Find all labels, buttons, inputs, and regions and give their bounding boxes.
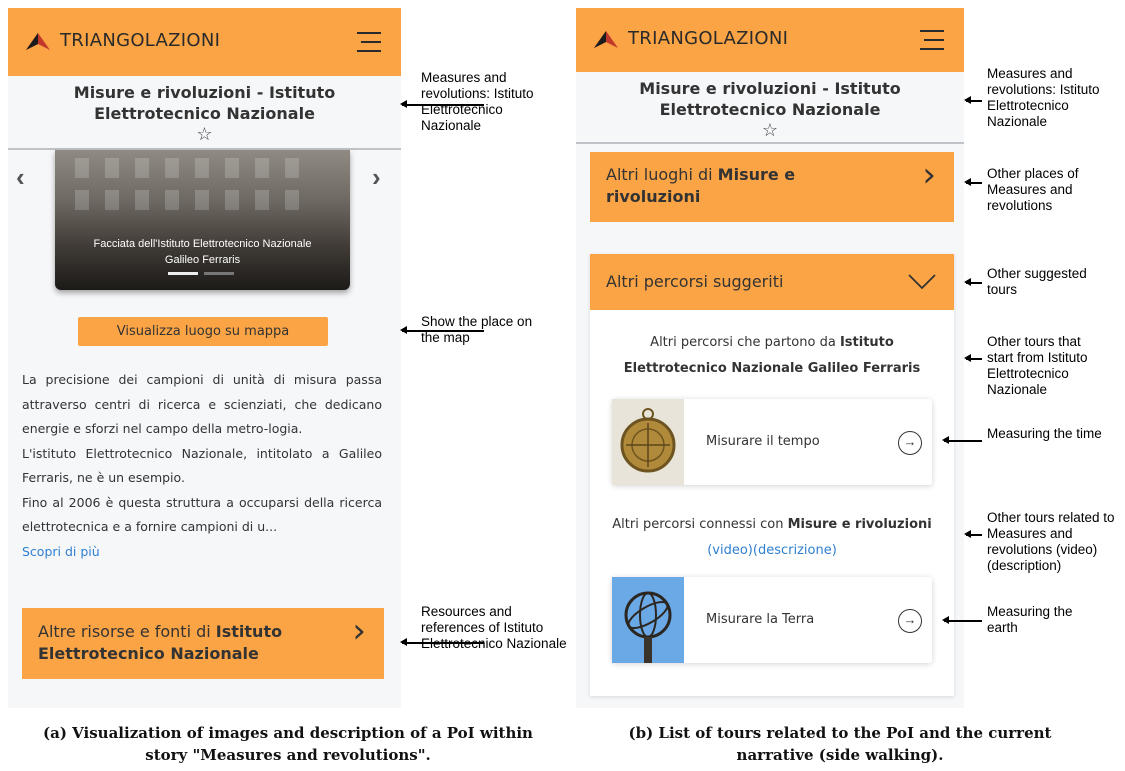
annotation-suggested: Other suggested tours (987, 266, 1087, 297)
pointer-arrow (964, 179, 982, 185)
astrolabe-thumbnail (612, 399, 684, 485)
tour-title: Misurare la Terra (706, 612, 815, 627)
poi-title-box: Misure e rivoluzioni - Istituto Elettrot… (8, 76, 401, 150)
app-header: TRIANGOLAZIONI (576, 8, 964, 72)
app-header: TRIANGOLAZIONI (8, 8, 401, 76)
carousel-prev-icon[interactable]: ‹ (16, 162, 25, 193)
chevron-right-icon: › (922, 155, 936, 195)
screen-related-tours: TRIANGOLAZIONI Misure e rivoluzioni - Is… (576, 8, 964, 708)
tour-title: Misurare il tempo (706, 434, 820, 449)
brand[interactable]: TRIANGOLAZIONI (592, 28, 788, 49)
other-places-button[interactable]: Altri luoghi di Misure e rivoluzioni › (590, 152, 954, 222)
poi-title: Misure e rivoluzioni - Istituto Elettrot… (639, 79, 901, 119)
annotation-measuring-earth: Measuring the earth (987, 604, 1073, 635)
favorite-star-icon[interactable]: ☆ (576, 120, 964, 140)
pointer-arrow (964, 279, 982, 285)
screen-poi-detail: TRIANGOLAZIONI Misure e rivoluzioni - Is… (8, 8, 401, 708)
annotation-other-places: Other places of Measures and revolutions (987, 166, 1079, 213)
armillary-sphere-thumbnail (612, 577, 684, 663)
figure-caption-a: (a) Visualization of images and descript… (43, 724, 533, 764)
pointer-arrow (942, 617, 982, 623)
other-resources-button[interactable]: Altre risorse e fonti di Istituto Elettr… (22, 608, 384, 679)
resources-label: Altre risorse e fonti di (38, 622, 216, 641)
annotation-map: Show the place on the map (421, 314, 533, 345)
brand-name: TRIANGOLAZIONI (628, 28, 789, 49)
arrow-right-circle-icon[interactable]: → (898, 431, 922, 455)
annotation-resources: Resources and references of Istituto Ele… (421, 604, 567, 651)
show-on-map-button[interactable]: Visualizza luogo su mappa (78, 317, 328, 346)
tour-card-time[interactable]: Misurare il tempo → (612, 399, 932, 485)
hamburger-menu-icon[interactable] (920, 30, 944, 50)
video-description-links[interactable]: (video)(descrizione) (707, 543, 837, 558)
description-paragraph: L'istituto Elettrotecnico Nazionale, int… (22, 445, 382, 486)
poi-description: La precisione dei campioni di unità di m… (22, 368, 382, 564)
suggested-tours-panel: Altri percorsi suggeriti Altri percorsi … (590, 254, 954, 696)
image-carousel[interactable]: Facciata dell'Istituto Elettrotecnico Na… (55, 150, 350, 290)
suggested-tours-toggle[interactable]: Altri percorsi suggeriti (590, 254, 954, 310)
logo-icon (26, 32, 50, 50)
arrow-right-circle-icon[interactable]: → (898, 609, 922, 633)
connected-tours-heading: Altri percorsi connessi con Misure e riv… (610, 512, 934, 564)
annotation-measuring-time: Measuring the time (987, 426, 1102, 441)
hamburger-menu-icon[interactable] (357, 32, 381, 52)
logo-icon (594, 30, 618, 48)
poi-title-box: Misure e rivoluzioni - Istituto Elettrot… (576, 72, 964, 144)
figure-caption-b: (b) List of tours related to the PoI and… (628, 724, 1052, 764)
annotation-title-a: Measures and revolutions: Istituto Elett… (421, 70, 534, 133)
tour-card-earth[interactable]: Misurare la Terra → (612, 577, 932, 663)
poi-title: Misure e rivoluzioni - Istituto Elettrot… (73, 83, 336, 123)
description-paragraph: Fino al 2006 è questa struttura a occupa… (22, 494, 382, 535)
pointer-arrow (942, 437, 982, 443)
description-paragraph: La precisione dei campioni di unità di m… (22, 372, 382, 436)
annotation-start-tours: Other tours that start from Istituto Ele… (987, 334, 1088, 397)
carousel-caption: Facciata dell'Istituto Elettrotecnico Na… (93, 238, 312, 266)
carousel-dots[interactable] (168, 272, 234, 275)
chevron-right-icon: › (352, 611, 366, 651)
story-name: Misure e rivoluzioni (787, 517, 932, 532)
read-more-link[interactable]: Scopri di più (22, 540, 382, 565)
brand[interactable]: TRIANGOLAZIONI (24, 30, 220, 51)
pointer-arrow (964, 355, 982, 361)
other-places-label: Altri luoghi di (606, 165, 718, 184)
pointer-arrow (964, 97, 982, 103)
brand-name: TRIANGOLAZIONI (60, 30, 221, 51)
carousel-next-icon[interactable]: › (372, 162, 381, 193)
connected-tours-label: Altri percorsi connessi con (612, 517, 788, 532)
annotation-title-b: Measures and revolutions: Istituto Elett… (987, 66, 1100, 129)
annotation-related: Other tours related to Measures and revo… (987, 510, 1115, 573)
suggested-tours-label: Altri percorsi suggeriti (606, 272, 784, 291)
chevron-down-icon (908, 274, 936, 290)
pointer-arrow (964, 531, 982, 537)
favorite-star-icon[interactable]: ☆ (8, 124, 401, 144)
start-tours-label: Altri percorsi che partono da (650, 335, 840, 350)
start-tours-heading: Altri percorsi che partono da Istituto E… (610, 330, 934, 382)
